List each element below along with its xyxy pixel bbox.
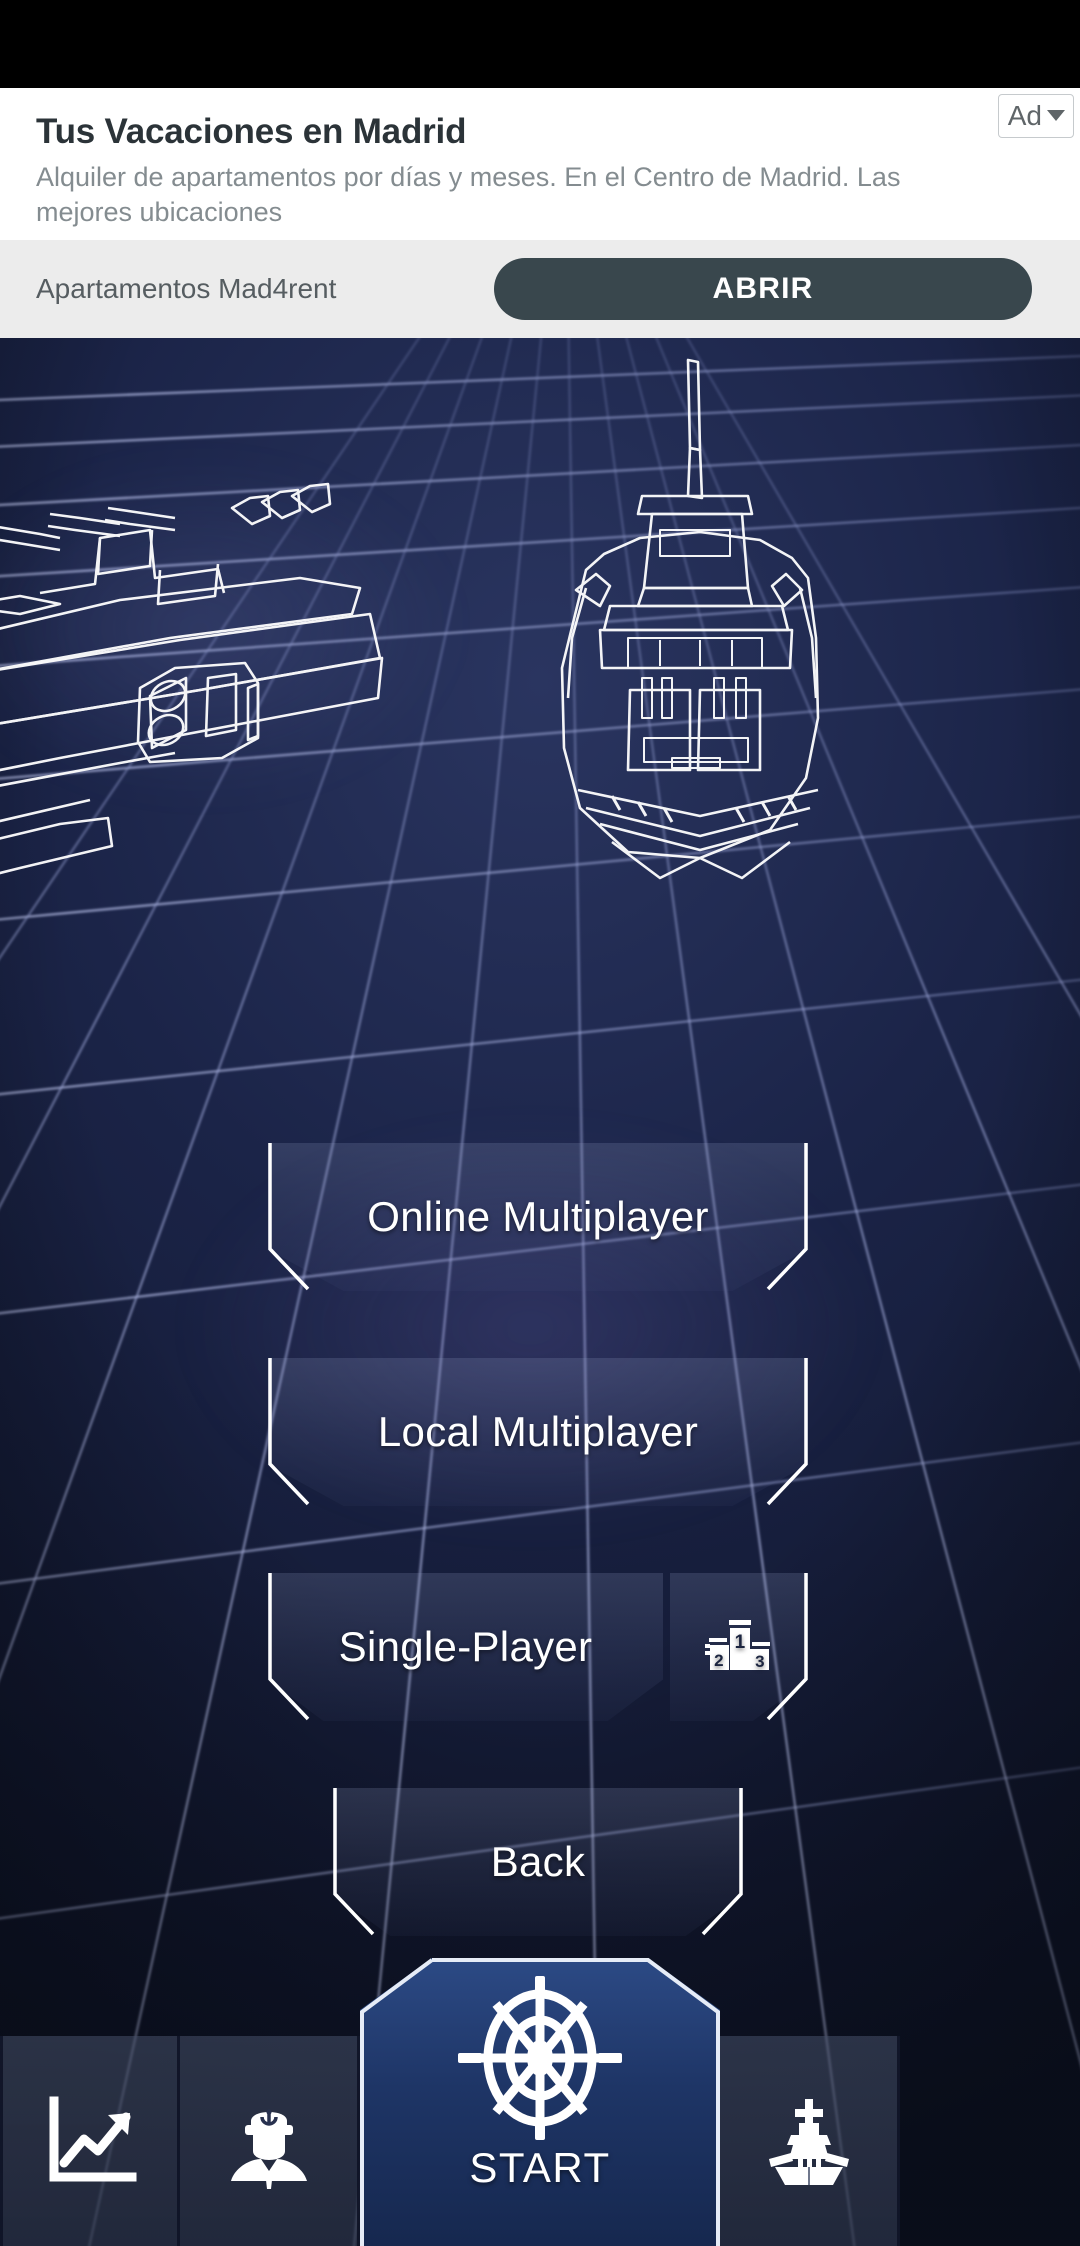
ad-badge-label: Ad (1007, 99, 1042, 131)
battleship-icon (768, 2099, 849, 2185)
chevron-down-icon (1047, 110, 1065, 121)
nav-item-captain[interactable] (180, 2036, 360, 2246)
online-multiplayer-label: Online Multiplayer (367, 1193, 709, 1240)
local-multiplayer-label: Local Multiplayer (377, 1408, 699, 1455)
online-multiplayer-button[interactable]: Online Multiplayer (268, 1143, 808, 1291)
svg-text:1: 1 (735, 1632, 746, 1653)
back-button[interactable]: Back (333, 1788, 743, 1936)
line-chart-up-icon (49, 2096, 137, 2182)
ad-description: Alquiler de apartamentos por días y mese… (36, 162, 901, 227)
game-canvas: Online Multiplayer Local Multiplayer Sin… (0, 338, 1080, 2246)
status-bar (0, 0, 1080, 88)
svg-text:3: 3 (755, 1652, 765, 1671)
ad-title: Tus Vacaciones en Madrid (36, 112, 467, 151)
svg-text:2: 2 (714, 1651, 724, 1670)
single-player-label: Single-Player (338, 1623, 593, 1670)
captain-icon (230, 2109, 307, 2189)
start-button-label: START (469, 2144, 611, 2191)
app-screen: Tus Vacaciones en Madrid Alquiler de apa… (0, 0, 1080, 2246)
local-multiplayer-button[interactable]: Local Multiplayer (268, 1358, 808, 1506)
ad-advertiser-name: Apartamentos Mad4rent (36, 273, 337, 304)
podium-icon: 1 2 3 (705, 1620, 770, 1671)
ad-banner[interactable]: Tus Vacaciones en Madrid Alquiler de apa… (0, 88, 1080, 240)
nav-item-stats[interactable] (0, 2036, 180, 2246)
ships-wheel-icon (458, 1976, 622, 2140)
back-label: Back (490, 1838, 586, 1885)
ad-badge[interactable]: Ad (997, 94, 1074, 138)
nav-item-fleet[interactable] (720, 2036, 900, 2246)
leaderboard-button[interactable]: 1 2 3 (670, 1573, 808, 1721)
ad-footer: Apartamentos Mad4rent ABRIR (0, 240, 1080, 338)
start-button[interactable]: START (360, 1958, 720, 2246)
ad-open-button[interactable]: ABRIR (494, 258, 1032, 320)
single-player-button[interactable]: Single-Player (268, 1573, 663, 1721)
